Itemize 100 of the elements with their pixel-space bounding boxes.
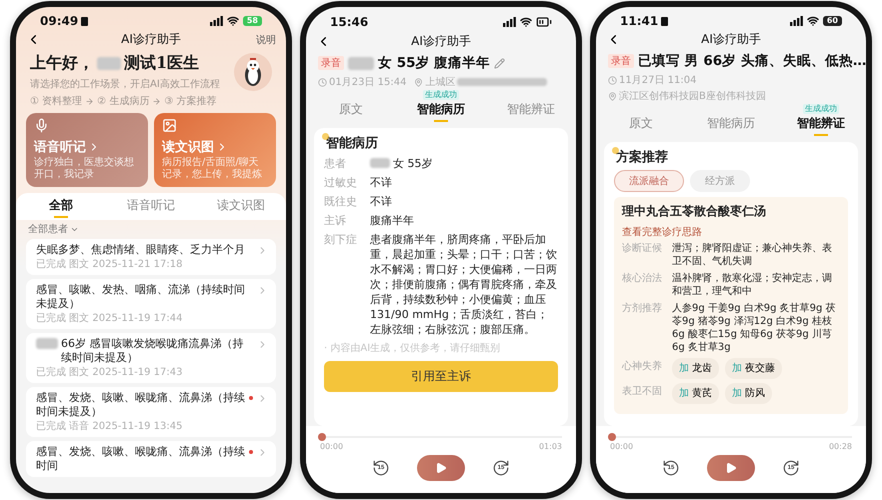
- field-label: 表卫不固: [622, 384, 663, 399]
- record-title: 失眠多梦、焦虑情绪、眼睛疼、乏力半个月: [36, 243, 245, 257]
- add-label: 加: [732, 386, 742, 401]
- record-card[interactable]: 感冒、发烧、咳嗽、喉咙痛、流鼻涕（持续时间: [26, 441, 276, 477]
- field-value: 不详: [370, 175, 392, 190]
- screen-title: AI诊疗助手: [120, 31, 182, 48]
- herb-name: 黄芪: [692, 386, 712, 401]
- microphone-icon: [34, 118, 49, 133]
- arrow-icon: [152, 96, 162, 106]
- field-label: 既往史: [324, 194, 358, 209]
- wifi-icon: [520, 16, 532, 28]
- field-value: 泄泻；脾肾阳虚证；兼心神失养、表卫不固、气机失调: [672, 242, 833, 268]
- recording-tag: 录音: [318, 56, 344, 70]
- clock-icon: [318, 78, 327, 86]
- progress-thumb[interactable]: [318, 433, 326, 441]
- field-value: 人参9g 干姜9g 白术9g 炙甘草9g 茯苓9g 猪苓9g 泽泻12g 白术9g 桂枝6g 酸枣仁15g 知母6g 茯苓9g 川芎6g 炙甘草3g: [672, 302, 837, 354]
- workflow-step: ② 生成病历: [97, 94, 150, 108]
- filter-tab[interactable]: 语音听记: [106, 193, 196, 220]
- record-card[interactable]: 失眠多梦、焦虑情绪、眼睛疼、乏力半个月 已完成 图文 2025-11-21 17:18: [26, 239, 276, 275]
- formula-name: 理中丸合五苓散合酸枣仁汤: [622, 203, 767, 220]
- signal-icon: [503, 17, 516, 27]
- field-label: 心神失养: [622, 360, 663, 374]
- elapsed-time: 00:00: [610, 442, 634, 451]
- location-icon: [608, 92, 617, 100]
- redacted-block: [97, 57, 121, 70]
- card-description: 病历报告/舌面照/聊天记录，您上传，我提炼: [162, 157, 263, 181]
- card-title: 方案推荐: [616, 150, 668, 165]
- add-label: 加: [679, 386, 689, 401]
- field-value: 女 55岁: [393, 156, 432, 171]
- disclaimer-text: · 内容由AI生成，仅供参考，请仔细甄别: [324, 342, 502, 355]
- field-label: 患者: [324, 156, 347, 171]
- record-title: 感冒、发烧、咳嗽、喉咙痛、流鼻涕（持续时间未提及）: [36, 391, 245, 419]
- screen-title: AI诊疗助手: [410, 33, 472, 50]
- record-card[interactable]: 感冒、发烧、咳嗽、喉咙痛、流鼻涕（持续时间未提及） 已完成 语音 2025-11-19 13:45: [26, 387, 276, 437]
- field-label: 方剂推荐: [622, 302, 663, 316]
- case-date: 01月23日 15:44: [329, 76, 406, 89]
- case-location: 上城区: [425, 76, 456, 89]
- add-label: 加: [732, 362, 742, 376]
- record-title: 感冒、咳嗽、发热、咽痛、流涕（持续时间未提及）: [36, 283, 246, 311]
- record-meta: 已完成 图文 2025-11-19 17:44: [36, 313, 184, 325]
- add-label: 加: [679, 362, 689, 376]
- wifi-icon: [226, 15, 239, 27]
- total-time: 01:03: [538, 442, 562, 451]
- herb-name: 夜交藤: [745, 362, 775, 376]
- clock-icon: [608, 76, 617, 84]
- mascot-avatar: [234, 53, 272, 91]
- card-description: 诊疗独白，医患交谈想开口，我记录: [34, 157, 135, 181]
- battery-icon: 60: [822, 16, 842, 26]
- details-link[interactable]: 查看完整诊疗思路: [622, 225, 702, 239]
- signal-icon: [210, 16, 223, 26]
- field-value: 不详: [370, 194, 392, 209]
- patient-filter[interactable]: 全部患者: [28, 222, 68, 236]
- herb-name: 龙齿: [692, 362, 712, 376]
- location-icon: [414, 78, 424, 86]
- play-button[interactable]: [707, 455, 755, 481]
- record-card[interactable]: 66岁 感冒咳嗽发烧喉咙痛流鼻涕（持续时间未提及） 已完成 图文 2025-11-19 17:43: [26, 333, 276, 383]
- arrow-icon: [85, 96, 94, 106]
- total-time: 00:28: [828, 442, 852, 451]
- field-value: 腹痛半年: [370, 213, 414, 228]
- help-link[interactable]: 说明: [256, 32, 276, 46]
- status-badge: 生成成功: [423, 90, 459, 100]
- field-label: 核心治法: [622, 272, 663, 286]
- field-label: 主诉: [324, 213, 347, 228]
- greeting-text: 上午好，: [30, 53, 94, 74]
- filter-tab[interactable]: 读文识图: [196, 193, 286, 220]
- record-title: 感冒、发烧、咳嗽、喉咙痛、流鼻涕（持续时间: [36, 445, 245, 473]
- elapsed-time: 00:00: [320, 442, 344, 451]
- wifi-icon: [806, 15, 819, 27]
- screen-title: AI诊疗助手: [700, 31, 762, 48]
- school-chip[interactable]: 流派融合: [614, 170, 684, 192]
- card-title: 语音听记: [34, 138, 86, 156]
- progress-thumb[interactable]: [608, 433, 616, 441]
- field-value: 患者腹痛半年，脐周疼痛，平卧后加重，晨起加重；头晕；口干；口苦；饮水不解渴；胃口好；大便偏稀，一日两次；排便前腹痛；偶有胃脘疼痛，牵及后背，持续数秒钟；小便偏黄；血压131/90 mmHg；舌质淡红，苔白；左脉弦细；右脉弦沉；腹部压痛。: [370, 232, 558, 337]
- card-title: 读文识图: [162, 138, 214, 156]
- play-icon: [725, 462, 737, 474]
- case-title: 已填写 男 66岁 头痛、失眠、低热…: [638, 52, 866, 70]
- herb-name: 防风: [745, 386, 765, 401]
- record-title: 66岁 感冒咳嗽发烧喉咙痛流鼻涕（持续时间未提及）: [61, 337, 244, 365]
- doctor-name: 测试1医生: [124, 53, 200, 74]
- field-label: 诊断证候: [622, 242, 663, 256]
- case-date: 11月27日 11:04: [619, 74, 696, 87]
- play-button[interactable]: [417, 455, 465, 481]
- workflow-step: ① 资料整理: [30, 94, 82, 108]
- record-meta: 已完成 语音 2025-11-19 13:45: [36, 421, 184, 433]
- status-time: 11:41: [620, 14, 658, 28]
- record-meta: 已完成 图文 2025-11-19 17:43: [36, 367, 184, 379]
- status-time: 09:49: [40, 14, 78, 28]
- workflow-step: ③ 方案推荐: [164, 94, 216, 108]
- subtitle-text: 请选择您的工作场景，开启AI高效工作流程: [30, 78, 220, 91]
- record-card[interactable]: 感冒、咳嗽、发热、咽痛、流涕（持续时间未提及） 已完成 图文 2025-11-19 17:44: [26, 279, 276, 329]
- card-title: 智能病历: [326, 136, 378, 151]
- case-title: 女 55岁 腹痛半年: [378, 54, 490, 72]
- edit-icon[interactable]: [494, 58, 506, 68]
- image-icon: [162, 118, 177, 133]
- field-label: 刻下症: [324, 232, 358, 248]
- quote-button[interactable]: 引用至主诉: [324, 361, 558, 392]
- signal-icon: [790, 16, 803, 26]
- field-label: 过敏史: [324, 175, 358, 190]
- battery-icon: 58: [242, 16, 262, 26]
- status-badge: 生成成功: [803, 104, 839, 114]
